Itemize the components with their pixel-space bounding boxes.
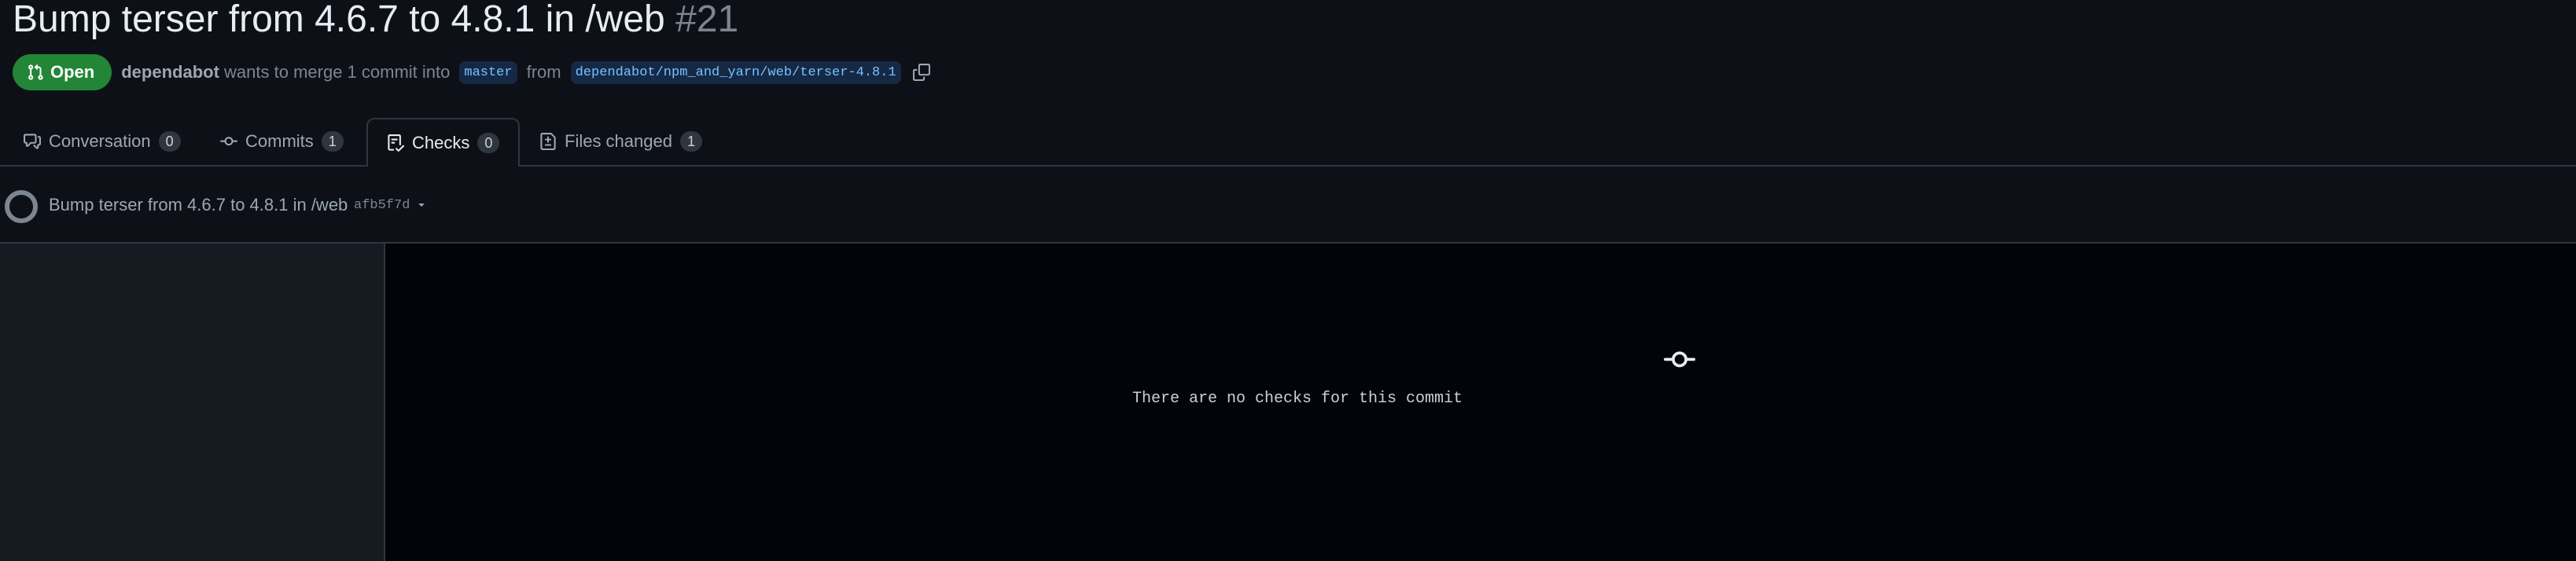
pr-title: Bump terser from 4.6.7 to 4.8.1 in /web … [13, 0, 738, 44]
tab-commits[interactable]: Commits 1 [220, 118, 344, 165]
commit-title: Bump terser from 4.6.7 to 4.8.1 in /web [49, 195, 348, 214]
base-branch[interactable]: master [459, 60, 517, 84]
merge-text: wants to merge 1 commit into [224, 62, 451, 82]
pending-status-icon [5, 190, 38, 223]
copy-icon[interactable] [911, 61, 933, 83]
tab-conversation[interactable]: Conversation 0 [24, 118, 181, 165]
pr-tabs: Conversation 0 Commits 1 Checks 0 Files … [0, 118, 2576, 167]
tab-files-changed[interactable]: Files changed 1 [539, 118, 702, 165]
pr-state-badge: Open [13, 54, 112, 90]
commit-bar: Bump terser from 4.6.7 to 4.8.1 in /web … [0, 167, 2576, 244]
file-diff-icon [540, 133, 556, 150]
checklist-icon [388, 134, 404, 152]
pr-meta: Open dependabot wants to merge 1 commit … [13, 53, 933, 91]
tab-checks[interactable]: Checks 0 [366, 118, 521, 167]
tab-files-changed-count: 1 [679, 131, 702, 152]
tab-files-changed-label: Files changed [565, 131, 672, 151]
tab-commits-count: 1 [321, 131, 344, 152]
tab-checks-count: 0 [477, 133, 500, 153]
pr-number: #21 [675, 0, 739, 40]
pull-request-page: Bump terser from 4.6.7 to 4.8.1 in /web … [0, 0, 2576, 561]
author-link[interactable]: dependabot [121, 62, 219, 82]
triangle-down-icon[interactable] [415, 198, 428, 214]
from-text: from [526, 62, 561, 82]
pr-state-label: Open [50, 62, 95, 82]
tab-checks-label: Checks [412, 133, 470, 152]
pr-title-text: Bump terser from 4.6.7 to 4.8.1 in /web [13, 0, 665, 40]
tab-conversation-count: 0 [158, 131, 181, 152]
checks-main: There are no checks for this commit [385, 244, 2576, 561]
comment-discussion-icon [24, 134, 41, 149]
git-pull-request-icon [28, 64, 43, 80]
no-checks-message: There are no checks for this commit [1132, 390, 1463, 408]
tab-commits-label: Commits [245, 131, 314, 151]
tab-conversation-label: Conversation [49, 131, 151, 151]
git-commit-icon [220, 137, 237, 146]
commit-sha[interactable]: afb5f7d [354, 198, 410, 213]
git-commit-icon [1664, 344, 1695, 380]
head-branch[interactable]: dependabot/npm_and_yarn/web/terser-4.8.1 [570, 60, 901, 84]
